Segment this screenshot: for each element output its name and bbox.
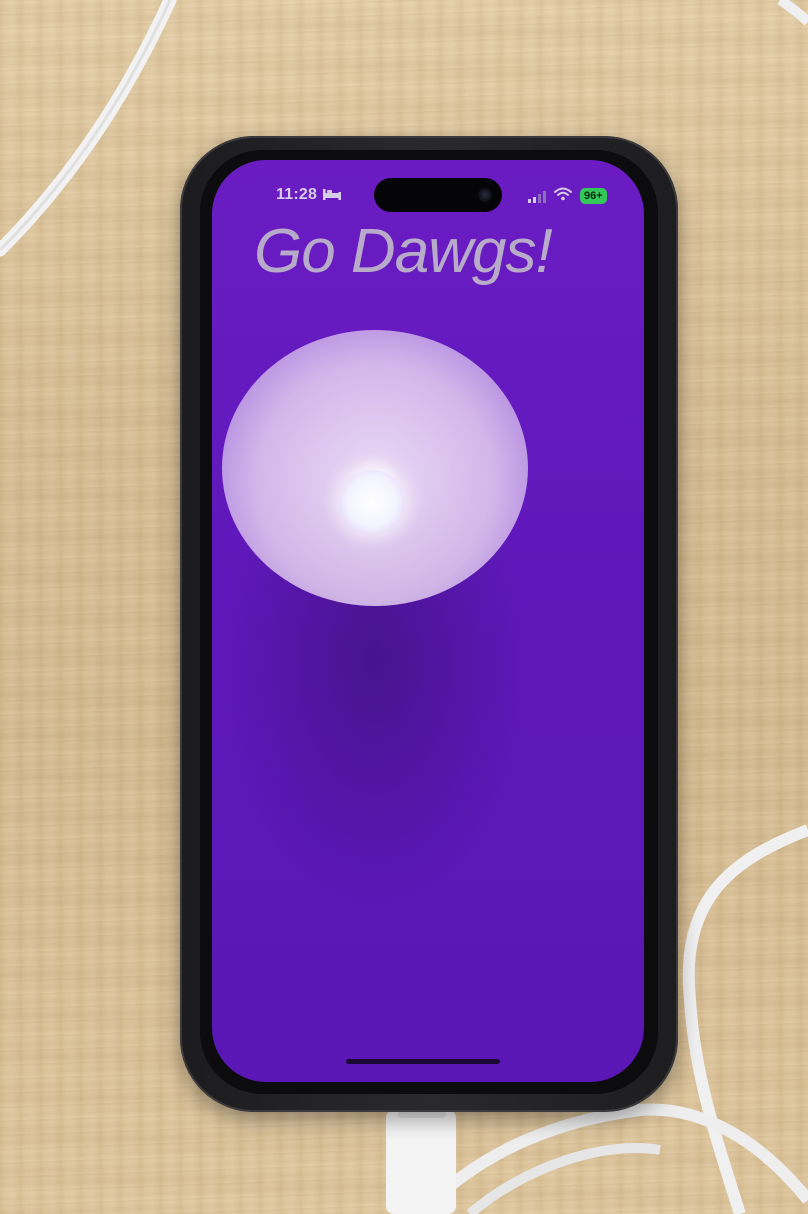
cable-top-left — [0, 0, 177, 257]
front-camera — [478, 188, 492, 202]
status-time: 11:28 — [276, 186, 318, 203]
cable-bottom — [415, 1103, 808, 1214]
headline-text: Go Dawgs! — [254, 217, 553, 286]
battery-indicator: 96+ — [580, 188, 607, 204]
cable-right — [682, 824, 808, 1214]
battery-percent: 96 — [584, 190, 597, 202]
wifi-icon — [554, 187, 572, 201]
dynamic-island — [374, 178, 502, 212]
flash-hotspot — [340, 470, 404, 534]
cable-top-right — [777, 0, 808, 26]
flash-glare — [222, 330, 528, 606]
bed-icon — [323, 189, 341, 200]
phone-screen[interactable]: 11:28 96+ Go Dawgs! — [212, 160, 644, 1082]
status-bar: 11:28 96+ — [212, 160, 644, 212]
charging-plug — [386, 1110, 456, 1214]
home-indicator[interactable] — [346, 1059, 500, 1064]
cellular-signal-icon — [528, 191, 546, 203]
charging-bolt-icon: + — [596, 190, 603, 202]
